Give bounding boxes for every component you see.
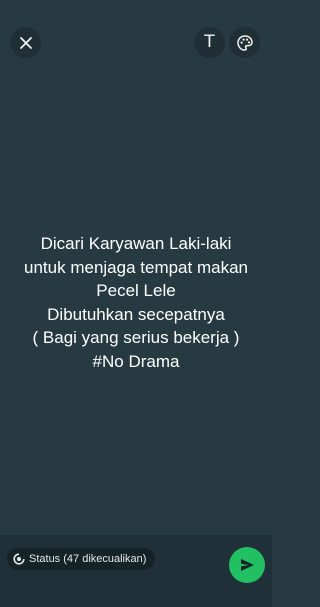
status-text-line: ( Bagi yang serius bekerja ): [32, 328, 240, 347]
status-text-line: Pecel Lele: [96, 281, 176, 300]
close-button[interactable]: [10, 27, 41, 58]
status-audience-chip[interactable]: Status (47 dikecualikan): [7, 548, 156, 570]
status-text-line: untuk menjaga tempat makan: [24, 257, 248, 277]
status-composer-screen: T Dicari Karyawan Laki-laki untuk menjag…: [0, 0, 272, 607]
color-palette-button[interactable]: [229, 27, 260, 58]
send-button[interactable]: [229, 547, 265, 583]
status-audience-label: Status (47 dikecualikan): [29, 553, 147, 565]
text-tool-button[interactable]: T: [194, 27, 225, 58]
status-text[interactable]: Dicari Karyawan Laki-laki untuk menjaga …: [0, 232, 272, 373]
send-icon: [241, 559, 254, 571]
status-text-line: Dibutuhkan secepatnya: [47, 304, 225, 324]
bottom-bar: Status (47 dikecualikan): [0, 535, 272, 607]
text-tool-label: T: [204, 32, 215, 52]
status-text-line: Dicari Karyawan Laki-laki: [40, 234, 232, 253]
close-icon: [19, 36, 32, 49]
palette-icon: [236, 34, 253, 51]
status-ring-icon: [13, 553, 25, 565]
status-text-line: #No Drama: [92, 351, 180, 371]
